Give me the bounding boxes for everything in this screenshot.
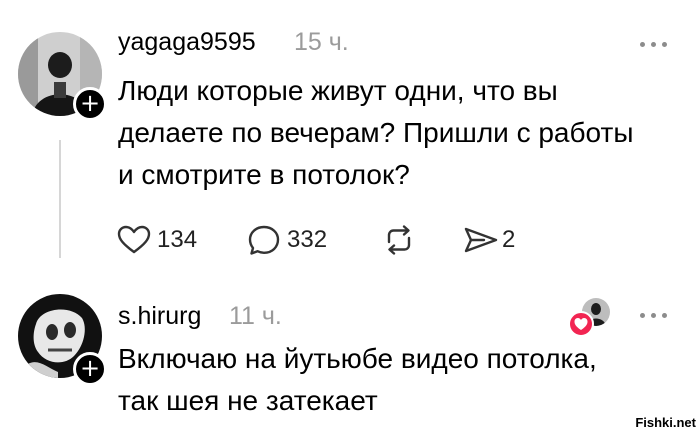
like-button[interactable]: 134 xyxy=(117,224,197,256)
share-count: 2 xyxy=(502,226,516,253)
heart-icon xyxy=(117,225,151,254)
reply-count: 332 xyxy=(287,226,328,253)
follow-button[interactable]: + xyxy=(73,87,107,121)
share-button[interactable]: 2 xyxy=(462,224,515,256)
like-count: 134 xyxy=(157,226,198,253)
reply-button[interactable]: 332 xyxy=(247,224,327,256)
username[interactable]: yagaga9595 xyxy=(118,28,256,57)
post-time: 11 ч. xyxy=(229,302,282,330)
comment-bubble-icon xyxy=(248,225,280,255)
plus-icon: + xyxy=(79,354,101,382)
post-2: + s.hirurg 11 ч. Включаю на йутьюбе виде… xyxy=(0,280,700,434)
more-dots-icon[interactable] xyxy=(638,311,672,321)
username[interactable]: s.hirurg xyxy=(118,302,201,331)
send-icon xyxy=(464,227,498,253)
more-dots-icon[interactable] xyxy=(638,40,672,50)
post-time: 15 ч. xyxy=(294,28,349,56)
plus-icon: + xyxy=(79,89,101,117)
post-text: Включаю на йутьюбе видео потолка, так ше… xyxy=(118,343,597,416)
post-1: + yagaga9595 15 ч. Люди которые живут од… xyxy=(0,0,700,280)
follow-button[interactable]: + xyxy=(73,352,107,386)
watermark: Fishki.net xyxy=(635,415,696,430)
post-text: Люди которые живут одни, что вы делаете … xyxy=(118,75,634,190)
repost-button[interactable] xyxy=(382,224,416,256)
heart-icon xyxy=(568,311,594,337)
thread-line xyxy=(59,140,61,258)
repost-icon xyxy=(387,225,411,255)
